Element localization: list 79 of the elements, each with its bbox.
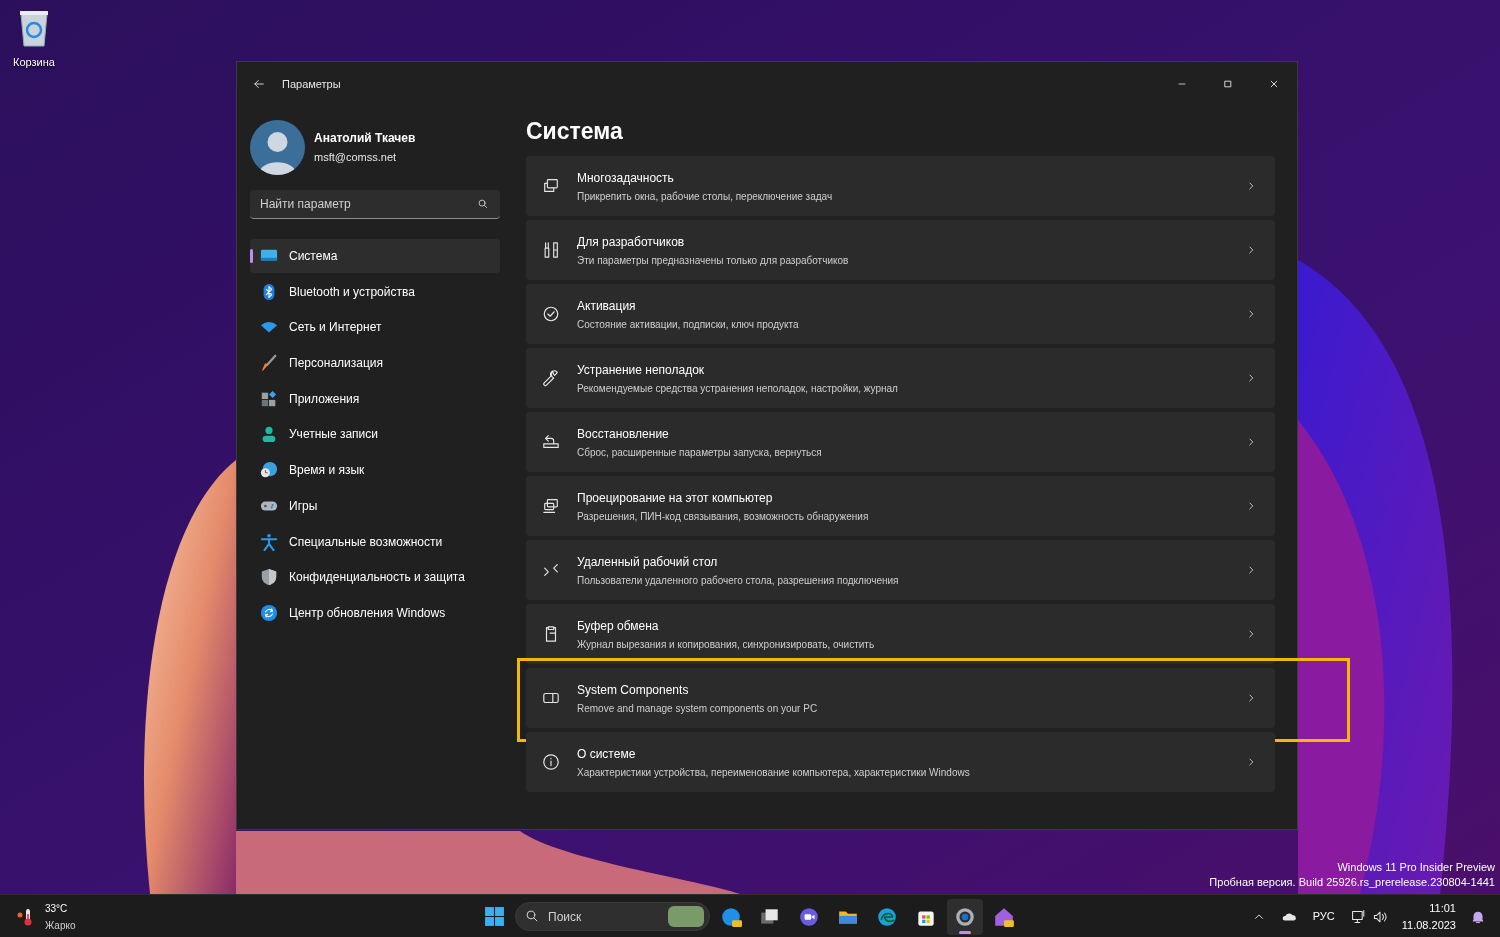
clock-time[interactable]: 11:01 — [1429, 900, 1456, 917]
nav-item[interactable]: Игры — [250, 488, 500, 523]
apps-icon — [260, 389, 278, 408]
clock-date[interactable]: 11.08.2023 — [1401, 916, 1456, 933]
settings-card[interactable]: Удаленный рабочий стол Пользователи удаленного рабочего стола, разрешения подключения — [526, 540, 1275, 600]
desktop-icon-label[interactable]: Корзина — [13, 54, 55, 71]
setting-description: Сброс, расширенные параметры запуска, вернуться — [577, 445, 823, 460]
nav-item[interactable]: Время и язык — [250, 453, 500, 488]
settings-card[interactable]: Восстановление Сброс, расширенные параметры запуска, вернуться — [526, 412, 1275, 472]
browser-icon — [876, 905, 898, 928]
setting-title: Устранение неполадок — [577, 361, 706, 379]
landscape-picture — [668, 906, 704, 927]
setting-title: Восстановление — [577, 425, 670, 443]
back-arrow-icon[interactable] — [252, 77, 266, 91]
brush-icon — [260, 354, 278, 373]
setting-description: Журнал вырезания и копирования, синхронизировать, очистить — [577, 637, 876, 652]
setting-title: Многозадачность — [577, 169, 675, 187]
search-icon — [477, 198, 489, 210]
setting-description: Состояние активации, подписки, ключ продукта — [577, 317, 800, 332]
build-info-text: Windows 11 Pro Insider Preview — [1337, 860, 1495, 875]
settings-card[interactable]: Активация Состояние активации, подписки, ключ продукта — [526, 284, 1275, 344]
setting-title: Для разработчиков — [577, 233, 686, 251]
weather-condition: Жарко — [45, 919, 76, 933]
settings-card[interactable]: Многозадачность Прикрепить окна, рабочие столы, переключение задач — [526, 156, 1275, 216]
info-icon — [542, 753, 560, 771]
settings-card[interactable]: Для разработчиков Эти параметры предназначены только для разработчиков — [526, 220, 1275, 280]
language-indicator[interactable]: РУС — [1312, 908, 1335, 925]
accessibility-icon — [260, 532, 278, 551]
settings-card[interactable]: Устранение неполадок Рекомендуемые средства устранения неполадок, настройки, журнал — [526, 348, 1275, 408]
setting-description: Разрешения, ПИН-код связывания, возможность обнаружения — [577, 509, 870, 524]
setting-title: О системе — [577, 745, 637, 763]
nav-item[interactable]: Система — [250, 239, 500, 273]
setting-title: System Components — [577, 681, 690, 699]
settings-card[interactable]: Буфер обмена Журнал вырезания и копирования, синхронизировать, очистить — [526, 604, 1275, 664]
build-info-text: Пробная версия. Build 25926.rs_prerelease.230804-1441 — [1209, 875, 1495, 890]
search-icon — [525, 909, 539, 923]
recycle-bin-icon[interactable] — [17, 8, 51, 48]
setting-title: Удаленный рабочий стол — [577, 553, 719, 571]
page-title: Система — [526, 117, 624, 146]
setting-description: Remove and manage system components on your PC — [577, 701, 819, 716]
nav-item[interactable]: Центр обновления Windows — [250, 595, 500, 630]
nav-item[interactable]: Сеть и Интернет — [250, 310, 500, 345]
taskbar-app-button[interactable] — [947, 898, 983, 935]
setting-description: Характеристики устройства, переименование компьютера, характеристики Windows — [577, 765, 971, 780]
windows-logo-icon — [483, 906, 505, 927]
setting-description: Рекомендуемые средства устранения неполадок, настройки, журнал — [577, 381, 899, 396]
setting-title: Активация — [577, 297, 637, 315]
browser-preview-icon — [720, 905, 742, 928]
nav-item[interactable]: Bluetooth и устройства — [250, 274, 500, 309]
windows-icon — [542, 177, 560, 195]
setting-title: Проецирование на этот компьютер — [577, 489, 774, 507]
nav-item[interactable]: Персонализация — [250, 346, 500, 381]
projector-icon — [542, 497, 560, 515]
person-icon — [260, 425, 278, 444]
shield-icon — [260, 568, 278, 587]
wrench-icon — [542, 369, 560, 387]
setting-description: Прикрепить окна, рабочие столы, переключение задач — [577, 189, 834, 204]
check-circle-icon — [542, 305, 560, 323]
nav-item[interactable]: Конфиденциальность и защита — [250, 560, 500, 595]
window-title: Параметры — [282, 76, 341, 92]
update-icon — [260, 603, 278, 622]
nav-item[interactable]: Специальные возможности — [250, 524, 500, 559]
setting-description: Эти параметры предназначены только для разработчиков — [577, 253, 850, 268]
user-email: msft@comss.net — [314, 149, 398, 165]
avatar — [250, 119, 305, 175]
setting-title: Буфер обмена — [577, 617, 660, 635]
setting-description: Пользователи удаленного рабочего стола, разрешения подключения — [577, 573, 900, 588]
video-chat-icon — [798, 905, 820, 928]
weather-temperature: 33°C — [45, 902, 69, 916]
nav-item[interactable]: Приложения — [250, 381, 500, 416]
user-name: Анатолий Ткачев — [314, 129, 416, 147]
search-field[interactable]: Найти параметр — [250, 190, 500, 219]
settings-card[interactable]: System Components Remove and manage system components on your PC — [526, 668, 1275, 728]
recovery-icon — [542, 433, 560, 451]
globe-clock-icon — [260, 461, 278, 480]
settings-card[interactable]: Проецирование на этот компьютер Разрешения, ПИН-код связывания, возможность обнаружения — [526, 476, 1275, 536]
settings-card[interactable]: О системе Характеристики устройства, переименование компьютера, характеристики Windows — [526, 732, 1275, 792]
network-icon[interactable] — [1350, 908, 1367, 925]
nav-item[interactable]: Учетные записи — [250, 417, 500, 452]
